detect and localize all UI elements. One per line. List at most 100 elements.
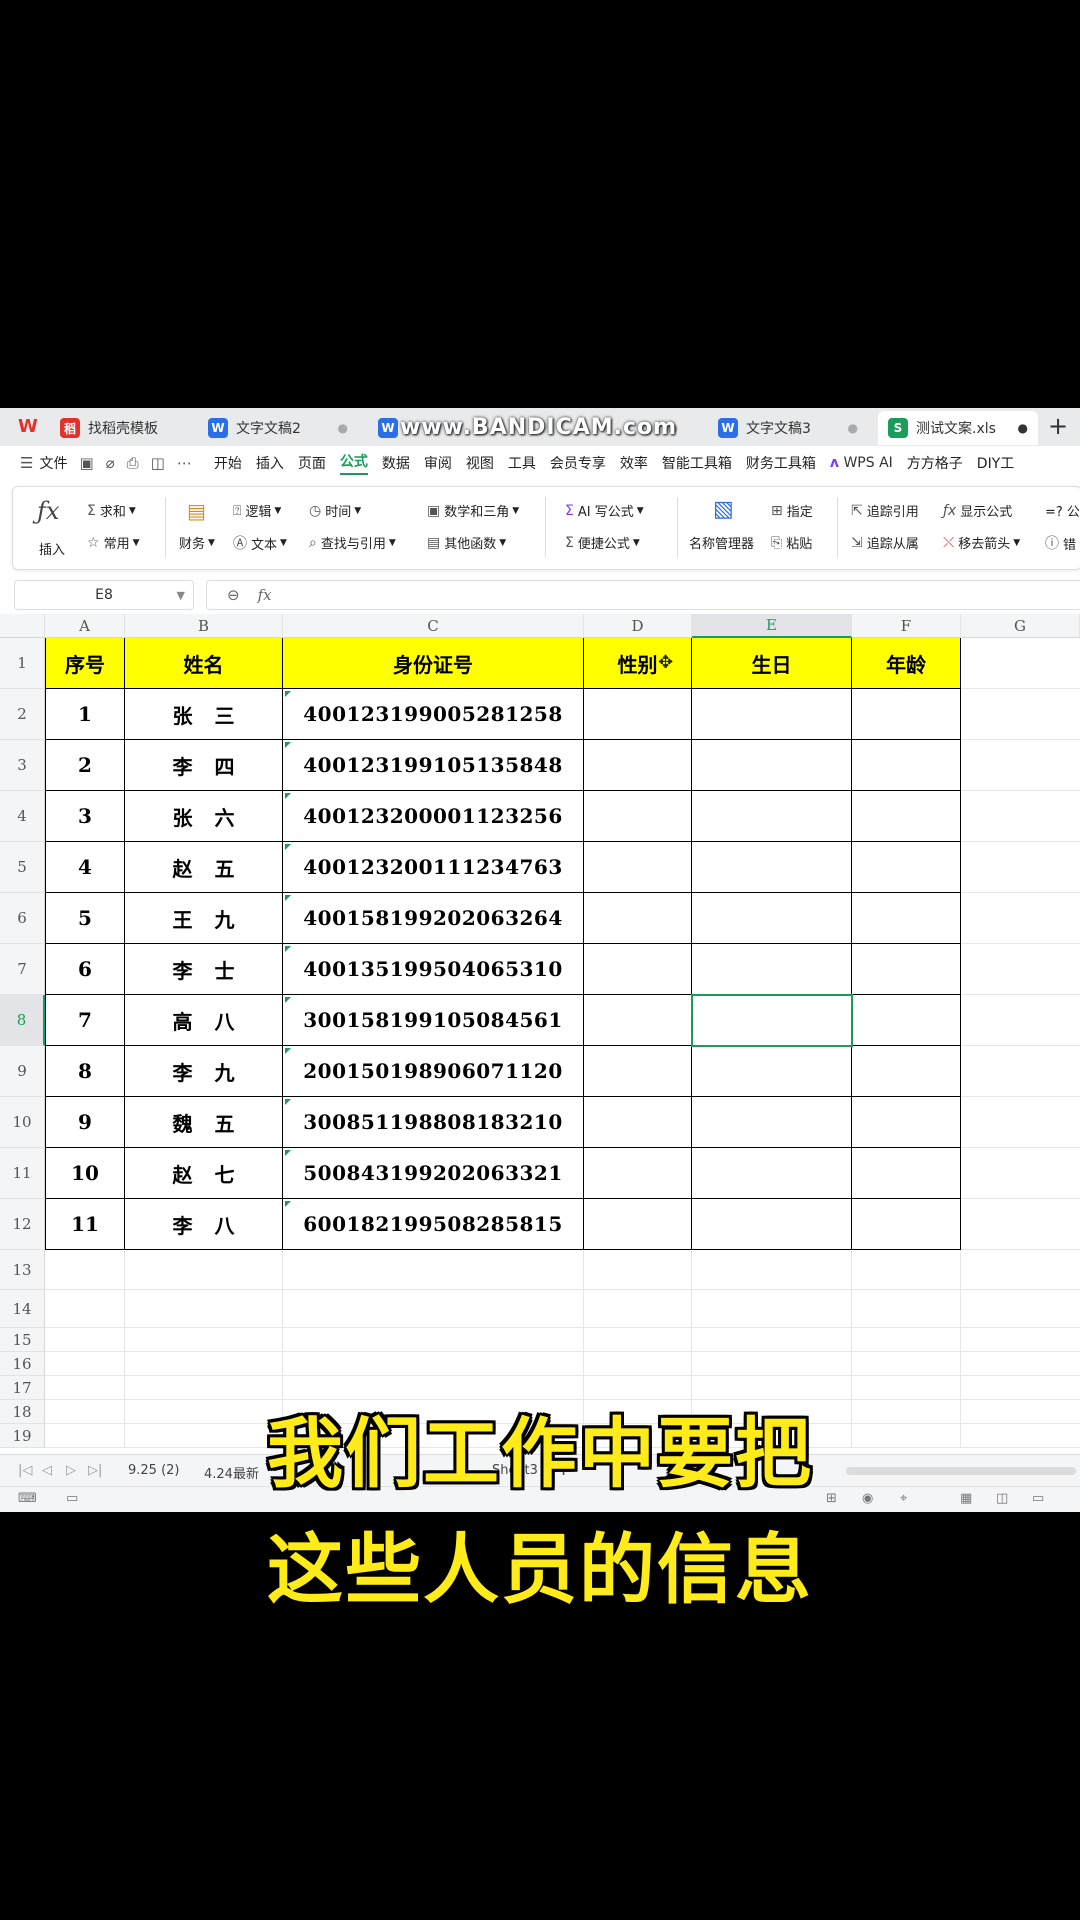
- empty-cell[interactable]: [584, 944, 692, 995]
- seq-cell[interactable]: 3: [45, 791, 125, 842]
- menu-efficiency[interactable]: 效率: [620, 453, 648, 473]
- menu-diy[interactable]: DIY工: [977, 453, 1014, 473]
- table-header-cell[interactable]: 年龄: [852, 638, 961, 689]
- row-header-5[interactable]: 5: [0, 842, 45, 893]
- seq-cell[interactable]: 4: [45, 842, 125, 893]
- finance-button[interactable]: 财务 ▼: [179, 533, 215, 552]
- column-header-g[interactable]: G: [961, 614, 1080, 638]
- id-number-cell[interactable]: 400123200111234763: [283, 842, 584, 893]
- empty-cell[interactable]: [852, 740, 961, 791]
- row-header-15[interactable]: 15: [0, 1328, 45, 1352]
- menu-data[interactable]: 数据: [382, 453, 410, 473]
- remove-arrows-button[interactable]: ⤬ 移去箭头 ▼: [943, 533, 1020, 553]
- more-icon[interactable]: ⋯: [177, 454, 192, 472]
- wps-logo-icon[interactable]: W: [18, 416, 40, 438]
- empty-cell[interactable]: [584, 995, 692, 1046]
- menu-smart-tools[interactable]: 智能工具箱: [662, 453, 732, 473]
- zoom-icon[interactable]: ⊖: [227, 586, 240, 604]
- table-header-cell[interactable]: 姓名: [125, 638, 283, 689]
- empty-cell[interactable]: [584, 842, 692, 893]
- empty-cell[interactable]: [584, 1097, 692, 1148]
- empty-cell[interactable]: [692, 842, 852, 893]
- seq-cell[interactable]: 11: [45, 1199, 125, 1250]
- menu-icon[interactable]: ☰: [20, 454, 33, 472]
- menu-review[interactable]: 审阅: [424, 453, 452, 473]
- selected-cell-e8[interactable]: [691, 994, 853, 1047]
- empty-cell[interactable]: [584, 791, 692, 842]
- empty-cell[interactable]: [852, 791, 961, 842]
- name-cell[interactable]: 张三: [125, 689, 283, 740]
- empty-cell[interactable]: [692, 791, 852, 842]
- row-header-7[interactable]: 7: [0, 944, 45, 995]
- text-button[interactable]: Ⓐ 文本 ▼: [233, 533, 287, 553]
- menu-page[interactable]: 页面: [298, 453, 326, 473]
- empty-cell[interactable]: [852, 893, 961, 944]
- paste-button[interactable]: ⎘ 粘贴: [771, 533, 812, 553]
- id-number-cell[interactable]: 300851198808183210: [283, 1097, 584, 1148]
- sheet-grid[interactable]: A B C D E F G 1 2 3 4 5 6 7 8 9 10 11 12 13 14 15 16 17 18 19 序号 姓名…: [0, 614, 1080, 1454]
- seq-cell[interactable]: 9: [45, 1097, 125, 1148]
- id-number-cell[interactable]: 400123199005281258: [283, 689, 584, 740]
- empty-cell[interactable]: [692, 1046, 852, 1097]
- menu-formula[interactable]: 公式: [339, 451, 368, 475]
- name-cell[interactable]: 魏五: [125, 1097, 283, 1148]
- row-header-2[interactable]: 2: [0, 689, 45, 740]
- menu-insert[interactable]: 插入: [256, 453, 284, 473]
- row-header-14[interactable]: 14: [0, 1290, 45, 1328]
- menu-finance-tools[interactable]: 财务工具箱: [746, 453, 816, 473]
- chevron-down-icon[interactable]: ▼: [177, 589, 185, 602]
- row-header-13[interactable]: 13: [0, 1250, 45, 1290]
- time-button[interactable]: ◷ 时间 ▼: [309, 501, 361, 521]
- row-header-6[interactable]: 6: [0, 893, 45, 944]
- empty-cell[interactable]: [852, 944, 961, 995]
- seq-cell[interactable]: 2: [45, 740, 125, 791]
- row-header-10[interactable]: 10: [0, 1097, 45, 1148]
- close-icon[interactable]: ●: [848, 421, 858, 435]
- name-box[interactable]: E8 ▼: [14, 580, 194, 610]
- name-cell[interactable]: 李九: [125, 1046, 283, 1097]
- trace-precedents-button[interactable]: ⇱ 追踪引用: [851, 501, 919, 521]
- tab-test-xls[interactable]: S 测试文案.xls ●: [878, 411, 1038, 445]
- menu-wps-ai[interactable]: ᴧ WPS AI: [830, 455, 893, 471]
- name-cell[interactable]: 赵七: [125, 1148, 283, 1199]
- id-number-cell[interactable]: 400123199105135848: [283, 740, 584, 791]
- finance-icon[interactable]: ▤: [187, 499, 206, 523]
- empty-cell[interactable]: [584, 1148, 692, 1199]
- id-number-cell[interactable]: 300158199105084561: [283, 995, 584, 1046]
- empty-cell[interactable]: [692, 1199, 852, 1250]
- seq-cell[interactable]: 5: [45, 893, 125, 944]
- save-icon[interactable]: ▣: [79, 454, 93, 472]
- table-header-cell[interactable]: 生日: [692, 638, 852, 689]
- column-header-c[interactable]: C: [283, 614, 584, 638]
- name-cell[interactable]: 张六: [125, 791, 283, 842]
- empty-cell[interactable]: [584, 893, 692, 944]
- name-cell[interactable]: 李四: [125, 740, 283, 791]
- empty-cell[interactable]: [584, 740, 692, 791]
- empty-cell[interactable]: [852, 842, 961, 893]
- new-tab-button[interactable]: +: [1048, 412, 1068, 440]
- insert-function-icon[interactable]: ƒx: [37, 497, 59, 525]
- empty-cell[interactable]: [584, 1046, 692, 1097]
- name-cell[interactable]: 王九: [125, 893, 283, 944]
- preview-icon[interactable]: ◫: [151, 454, 165, 472]
- empty-cell[interactable]: [692, 893, 852, 944]
- column-header-d[interactable]: D: [584, 614, 692, 638]
- row-header-9[interactable]: 9: [0, 1046, 45, 1097]
- menu-file[interactable]: 文件: [39, 453, 67, 473]
- lookup-button[interactable]: ⌕ 查找与引用 ▼: [309, 533, 396, 553]
- column-header-b[interactable]: B: [125, 614, 283, 638]
- show-formula-button[interactable]: ƒx 显示公式: [943, 501, 1012, 521]
- close-icon[interactable]: ●: [1018, 421, 1028, 435]
- row-header-8[interactable]: 8: [0, 995, 45, 1046]
- empty-cell[interactable]: [852, 1046, 961, 1097]
- table-header-cell[interactable]: 性别: [584, 638, 692, 689]
- name-manager-icon[interactable]: ▧: [713, 497, 734, 522]
- seq-cell[interactable]: 7: [45, 995, 125, 1046]
- name-cell[interactable]: 高八: [125, 995, 283, 1046]
- row-header-12[interactable]: 12: [0, 1199, 45, 1250]
- empty-cell[interactable]: [584, 1199, 692, 1250]
- empty-cell[interactable]: [692, 944, 852, 995]
- empty-cell[interactable]: [692, 1097, 852, 1148]
- table-header-cell[interactable]: 序号: [45, 638, 125, 689]
- name-cell[interactable]: 李八: [125, 1199, 283, 1250]
